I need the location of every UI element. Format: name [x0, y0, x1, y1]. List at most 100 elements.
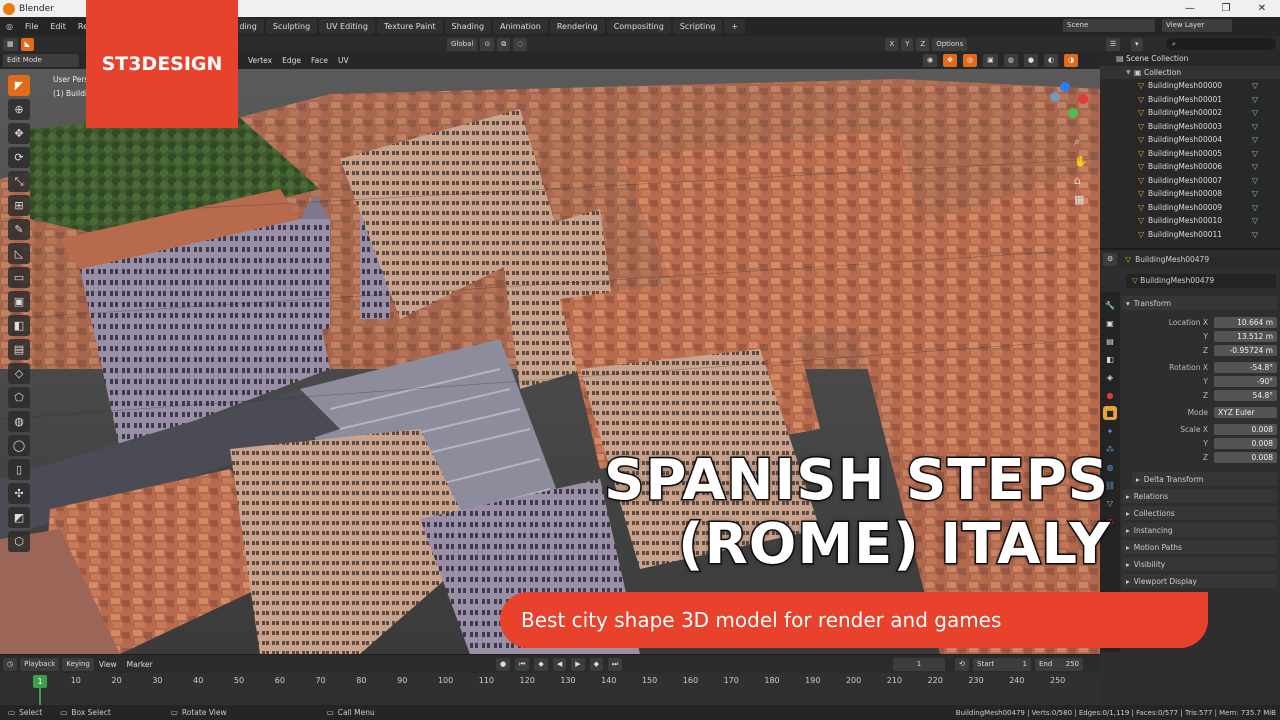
transform-tool-icon[interactable]: ⊞: [8, 195, 30, 216]
view-layer-selector[interactable]: View Layer: [1162, 19, 1232, 32]
loop-cut-tool-icon[interactable]: ▤: [8, 339, 30, 360]
mesh-data-icon[interactable]: ▽: [1252, 149, 1258, 158]
gizmo-z-icon[interactable]: [1060, 82, 1070, 92]
minimize-button[interactable]: —: [1172, 0, 1208, 17]
outliner-item[interactable]: ▽ BuildingMesh00001 ▽: [1100, 93, 1280, 107]
move-tool-icon[interactable]: ✥: [8, 123, 30, 144]
start-frame-field[interactable]: Start 1: [973, 657, 1031, 671]
mesh-data-icon[interactable]: ▽: [1252, 230, 1258, 239]
cursor-tool-icon[interactable]: ⊕: [8, 99, 30, 120]
delta-transform-section[interactable]: ▸ Delta Transform: [1132, 472, 1277, 486]
play-icon[interactable]: ▶: [571, 657, 585, 671]
outliner-item[interactable]: ▽ BuildingMesh00004 ▽: [1100, 133, 1280, 147]
outliner-item[interactable]: ▽ BuildingMesh00011 ▽: [1100, 228, 1280, 242]
axis-x-toggle[interactable]: X: [885, 37, 899, 51]
outliner-collection[interactable]: ▼ ▣ Collection: [1100, 65, 1280, 79]
render-props-icon[interactable]: ▣: [1103, 316, 1117, 330]
end-frame-field[interactable]: End 250: [1035, 657, 1083, 671]
knife-tool-icon[interactable]: ◇: [8, 363, 30, 384]
motion-paths-section[interactable]: ▸ Motion Paths: [1122, 540, 1277, 554]
outliner-item[interactable]: ▽ BuildingMesh00010 ▽: [1100, 214, 1280, 228]
poly-build-tool-icon[interactable]: ⬠: [8, 387, 30, 408]
overlay-toggle-icon[interactable]: ◎: [962, 54, 978, 67]
object-props-icon[interactable]: ■: [1103, 406, 1117, 420]
extrude-tool-icon[interactable]: ▭: [8, 267, 30, 288]
shrink-tool-icon[interactable]: ✣: [8, 483, 30, 504]
mesh-data-icon[interactable]: ▽: [1252, 162, 1258, 171]
expand-icon[interactable]: ▼: [1126, 69, 1134, 76]
tab-uv-editing[interactable]: UV Editing: [319, 19, 375, 34]
zoom-icon[interactable]: ⌕: [1074, 135, 1088, 149]
mesh-data-icon[interactable]: ▽: [1252, 216, 1258, 225]
proportional-edit-icon[interactable]: ◌: [513, 37, 528, 51]
options-dropdown[interactable]: Options: [932, 37, 968, 51]
current-frame-field[interactable]: 1: [893, 657, 945, 671]
shading-material-icon[interactable]: ◐: [1043, 54, 1059, 67]
modifier-props-icon[interactable]: ✦: [1103, 424, 1117, 438]
object-name-field[interactable]: ▽ BuildingMesh00479: [1126, 274, 1276, 288]
instancing-section[interactable]: ▸ Instancing: [1122, 523, 1277, 537]
play-reverse-icon[interactable]: ◀: [552, 657, 567, 671]
close-button[interactable]: ✕: [1244, 0, 1280, 17]
bevel-tool-icon[interactable]: ◧: [8, 315, 30, 336]
mesh-data-icon[interactable]: ▽: [1252, 189, 1258, 198]
outliner-editor-icon[interactable]: ☰: [1106, 38, 1121, 51]
output-props-icon[interactable]: ▤: [1103, 334, 1117, 348]
gizmo-toggle-icon[interactable]: ✥: [943, 54, 957, 67]
blender-menu-icon[interactable]: ◎: [0, 17, 19, 36]
jump-end-icon[interactable]: ⏭: [607, 657, 623, 671]
outliner-item[interactable]: ▽ BuildingMesh00006 ▽: [1100, 160, 1280, 174]
outliner-search-input[interactable]: ⌕: [1166, 38, 1276, 50]
timeline-track[interactable]: 1102030405060708090100110120130140150160…: [0, 673, 1100, 705]
pan-hand-icon[interactable]: ✋: [1074, 155, 1088, 168]
collections-section[interactable]: ▸ Collections: [1122, 506, 1277, 520]
camera-icon[interactable]: ⌂: [1074, 174, 1088, 187]
outliner-scene-collection[interactable]: ▤ Scene Collection: [1100, 52, 1280, 66]
scene-props-icon[interactable]: ◈: [1103, 370, 1117, 384]
relations-section[interactable]: ▸ Relations: [1122, 489, 1277, 503]
gizmo-y-icon[interactable]: [1068, 108, 1078, 118]
transform-section-header[interactable]: ▾ Transform: [1122, 296, 1277, 310]
world-props-icon[interactable]: ●: [1103, 388, 1117, 402]
next-key-icon[interactable]: ◆: [589, 657, 603, 671]
tab-shading[interactable]: Shading: [444, 19, 492, 34]
menu-edit[interactable]: Edit: [44, 17, 72, 36]
annotate-tool-icon[interactable]: ✎: [8, 219, 30, 240]
location-y-field[interactable]: 13.512 m: [1214, 331, 1277, 342]
visibility-icon[interactable]: ◉: [923, 54, 938, 67]
shading-wire-icon[interactable]: ◍: [1003, 54, 1018, 67]
playback-dropdown[interactable]: Playback: [20, 657, 60, 671]
menu-edge[interactable]: Edge: [277, 56, 306, 65]
transform-orientation-dropdown[interactable]: Global: [447, 37, 478, 51]
inset-tool-icon[interactable]: ▣: [8, 291, 30, 312]
properties-editor-icon[interactable]: ⚙: [1103, 252, 1118, 266]
scale-z-field[interactable]: 0.008: [1214, 452, 1277, 463]
tab-animation[interactable]: Animation: [493, 19, 548, 34]
spin-tool-icon[interactable]: ◍: [8, 411, 30, 432]
viewport-display-section[interactable]: ▸ Viewport Display: [1122, 574, 1277, 588]
rotation-z-field[interactable]: 54.8°: [1214, 390, 1277, 401]
gizmo-neg-y-icon[interactable]: [1050, 92, 1060, 102]
scene-selector[interactable]: Scene: [1063, 19, 1155, 32]
location-x-field[interactable]: 10.664 m: [1214, 317, 1277, 328]
location-z-field[interactable]: -0.95724 m: [1214, 345, 1277, 356]
menu-file[interactable]: File: [19, 17, 44, 36]
tab-compositing[interactable]: Compositing: [606, 19, 671, 34]
mesh-data-icon[interactable]: ▽: [1252, 122, 1258, 131]
axis-y-toggle[interactable]: Y: [901, 37, 914, 51]
measure-tool-icon[interactable]: ◺: [8, 243, 30, 264]
grid-ortho-icon[interactable]: ▦: [1074, 193, 1088, 206]
outliner-item[interactable]: ▽ BuildingMesh00009 ▽: [1100, 201, 1280, 215]
rotate-tool-icon[interactable]: ⟳: [8, 147, 30, 168]
smooth-tool-icon[interactable]: ◯: [8, 435, 30, 456]
select-tool-icon[interactable]: ◣: [20, 37, 35, 51]
playhead[interactable]: 1: [33, 675, 47, 688]
outliner-filter-icon[interactable]: ▾: [1131, 38, 1143, 51]
tab-scripting[interactable]: Scripting: [672, 19, 723, 34]
shading-solid-icon[interactable]: ●: [1023, 54, 1038, 67]
rip-tool-icon[interactable]: ⬡: [8, 531, 30, 552]
view-layer-props-icon[interactable]: ◧: [1103, 352, 1117, 366]
menu-face[interactable]: Face: [306, 56, 333, 65]
scale-y-field[interactable]: 0.008: [1214, 438, 1277, 449]
outliner-item[interactable]: ▽ BuildingMesh00005 ▽: [1100, 147, 1280, 161]
